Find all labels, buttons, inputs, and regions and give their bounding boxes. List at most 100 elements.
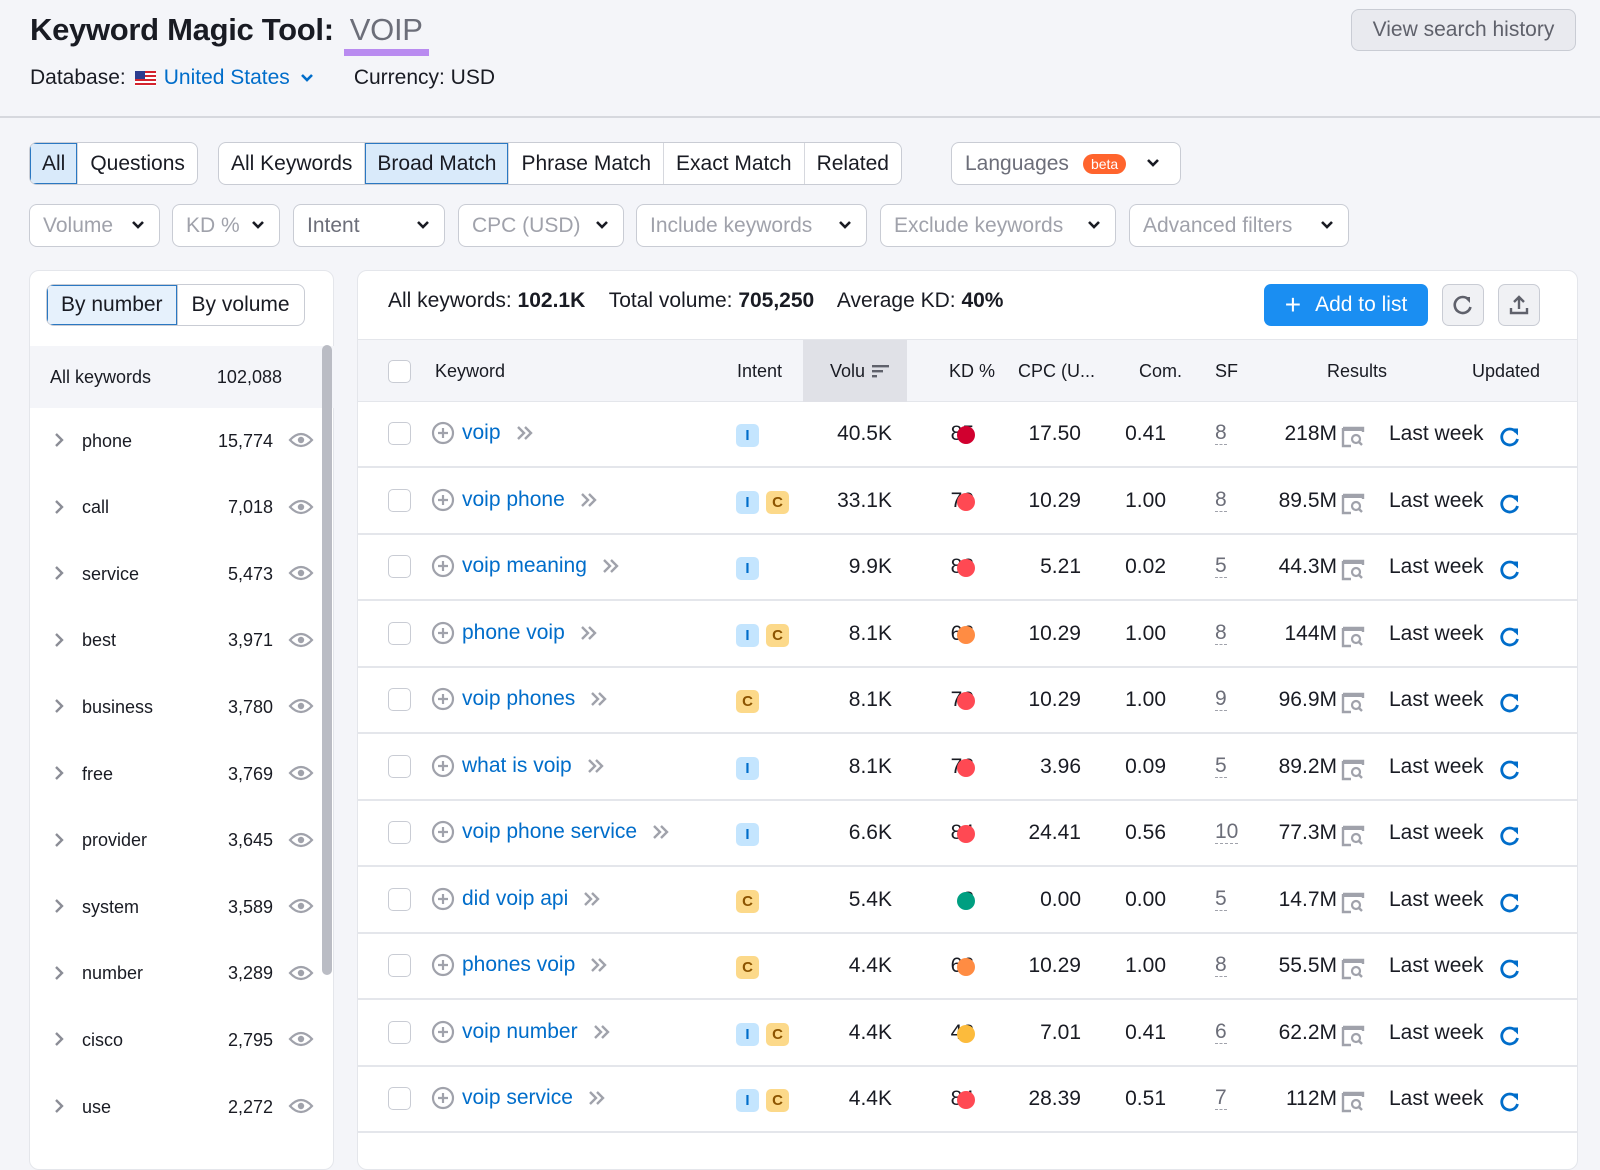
serp-preview-icon[interactable]	[1341, 1091, 1365, 1113]
eye-icon[interactable]	[288, 497, 314, 517]
keyword-link[interactable]: voip phones	[462, 687, 575, 711]
chevron-right-icon[interactable]	[54, 499, 64, 515]
chevron-right-icon[interactable]	[54, 698, 64, 714]
update-refresh-icon[interactable]	[1499, 1091, 1521, 1113]
tab-exact-match[interactable]: Exact Match	[664, 143, 805, 184]
keyword-link[interactable]: phones voip	[462, 953, 575, 977]
intent-badge-commercial[interactable]: C	[736, 690, 759, 713]
serp-features-count[interactable]: 10	[1215, 821, 1239, 844]
add-keyword-icon[interactable]	[431, 953, 455, 977]
serp-features-count[interactable]: 8	[1215, 954, 1227, 977]
intent-badge-informational[interactable]: I	[736, 823, 759, 846]
keyword-group-item[interactable]: call 7,018	[30, 475, 320, 541]
keyword-link[interactable]: voip service	[462, 1086, 573, 1110]
double-chevron-right-icon[interactable]	[515, 425, 535, 441]
intent-badge-commercial[interactable]: C	[736, 889, 759, 913]
sidebar-scrollbar[interactable]	[322, 345, 332, 975]
column-sf[interactable]: SF	[1215, 361, 1238, 382]
add-keyword-icon[interactable]	[431, 1086, 455, 1110]
double-chevron-right-icon[interactable]	[592, 1024, 612, 1040]
serp-preview-icon[interactable]	[1341, 626, 1365, 648]
cpc-filter[interactable]: CPC (USD)	[458, 204, 624, 247]
tab-related[interactable]: Related	[805, 143, 901, 184]
include-keywords-filter[interactable]: Include keywords	[636, 204, 867, 247]
serp-preview-icon[interactable]	[1341, 825, 1365, 847]
update-refresh-icon[interactable]	[1499, 759, 1521, 781]
row-checkbox[interactable]	[388, 821, 411, 844]
column-kd[interactable]: KD %	[949, 361, 995, 382]
column-competition[interactable]: Com.	[1139, 361, 1182, 382]
add-keyword-icon[interactable]	[431, 421, 455, 445]
eye-icon[interactable]	[288, 430, 314, 450]
row-checkbox[interactable]	[388, 1087, 411, 1110]
row-checkbox[interactable]	[388, 621, 411, 645]
tab-by-number[interactable]: By number	[47, 285, 177, 325]
serp-preview-icon[interactable]	[1341, 559, 1365, 581]
eye-icon[interactable]	[288, 763, 314, 783]
tab-all[interactable]: All	[30, 143, 79, 184]
languages-dropdown[interactable]: Languages beta	[951, 142, 1181, 185]
update-refresh-icon[interactable]	[1499, 825, 1521, 847]
serp-preview-icon[interactable]	[1341, 426, 1365, 448]
update-refresh-icon[interactable]	[1499, 559, 1521, 581]
keyword-group-item[interactable]: use 2,272	[30, 1074, 320, 1140]
keyword-link[interactable]: voip number	[462, 1020, 578, 1044]
eye-icon[interactable]	[288, 696, 314, 716]
refresh-button[interactable]	[1442, 284, 1484, 326]
intent-badge-commercial[interactable]: C	[766, 623, 789, 647]
kd-filter[interactable]: KD %	[172, 204, 280, 247]
column-keyword[interactable]: Keyword	[435, 361, 505, 382]
tab-all-keywords[interactable]: All Keywords	[219, 143, 366, 184]
all-keywords-group[interactable]: All keywords 102,088	[30, 346, 334, 408]
view-search-history-button[interactable]: View search history	[1351, 9, 1576, 51]
query-keyword[interactable]: VOIP	[344, 12, 429, 47]
eye-icon[interactable]	[288, 896, 314, 916]
eye-icon[interactable]	[288, 1096, 314, 1116]
double-chevron-right-icon[interactable]	[601, 558, 621, 574]
row-checkbox[interactable]	[388, 754, 411, 778]
add-to-list-button[interactable]: + Add to list	[1264, 284, 1428, 326]
serp-preview-icon[interactable]	[1341, 958, 1365, 980]
keyword-link[interactable]: voip	[462, 421, 501, 445]
chevron-right-icon[interactable]	[54, 1098, 64, 1114]
keyword-group-item[interactable]: number 3,289	[30, 941, 320, 1007]
tab-broad-match[interactable]: Broad Match	[365, 143, 510, 184]
add-keyword-icon[interactable]	[431, 887, 455, 911]
eye-icon[interactable]	[288, 630, 314, 650]
eye-icon[interactable]	[288, 830, 314, 850]
serp-preview-icon[interactable]	[1341, 493, 1365, 515]
volume-filter[interactable]: Volume	[29, 204, 160, 247]
intent-badge-informational[interactable]: I	[736, 756, 759, 780]
tab-by-volume[interactable]: By volume	[176, 285, 304, 325]
eye-icon[interactable]	[288, 563, 314, 583]
chevron-right-icon[interactable]	[54, 565, 64, 581]
update-refresh-icon[interactable]	[1499, 692, 1521, 714]
keyword-group-item[interactable]: free 3,769	[30, 741, 320, 807]
serp-features-count[interactable]: 8	[1215, 488, 1227, 512]
column-volume[interactable]: Volu	[830, 361, 890, 382]
keyword-group-item[interactable]: provider 3,645	[30, 808, 320, 874]
chevron-right-icon[interactable]	[54, 898, 64, 914]
update-refresh-icon[interactable]	[1499, 426, 1521, 448]
intent-badge-commercial[interactable]: C	[736, 956, 759, 979]
add-keyword-icon[interactable]	[431, 687, 455, 711]
row-checkbox[interactable]	[388, 954, 411, 977]
double-chevron-right-icon[interactable]	[589, 691, 609, 707]
update-refresh-icon[interactable]	[1499, 493, 1521, 515]
row-checkbox[interactable]	[388, 555, 411, 578]
keyword-link[interactable]: voip phone	[462, 488, 565, 512]
database-selector[interactable]: United States	[164, 66, 314, 90]
advanced-filters[interactable]: Advanced filters	[1129, 204, 1349, 247]
column-updated[interactable]: Updated	[1472, 361, 1540, 382]
double-chevron-right-icon[interactable]	[651, 824, 671, 840]
intent-badge-informational[interactable]: I	[736, 1089, 759, 1112]
serp-preview-icon[interactable]	[1341, 892, 1365, 914]
chevron-right-icon[interactable]	[54, 832, 64, 848]
add-keyword-icon[interactable]	[431, 820, 455, 844]
add-keyword-icon[interactable]	[431, 488, 455, 512]
update-refresh-icon[interactable]	[1499, 1025, 1521, 1047]
double-chevron-right-icon[interactable]	[587, 1090, 607, 1106]
update-refresh-icon[interactable]	[1499, 626, 1521, 648]
serp-features-count[interactable]: 5	[1215, 754, 1227, 778]
eye-icon[interactable]	[288, 1029, 314, 1049]
